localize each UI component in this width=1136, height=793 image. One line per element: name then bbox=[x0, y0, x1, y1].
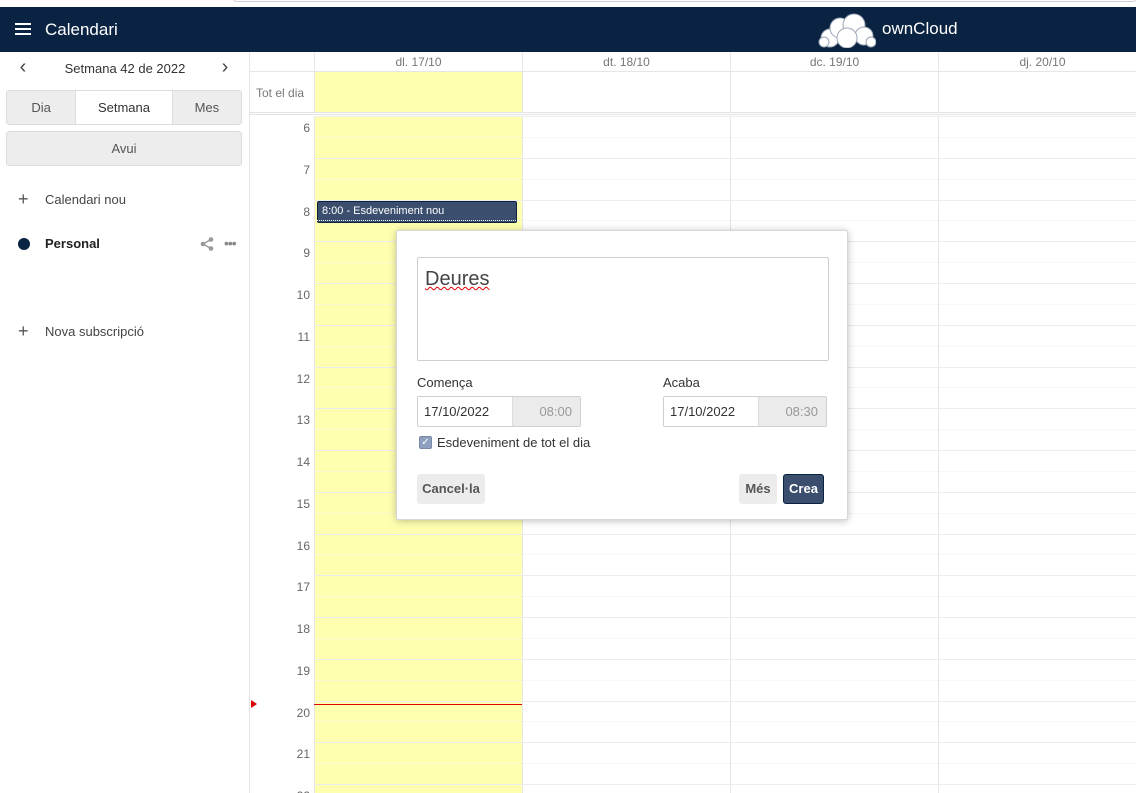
hour-label: 20 bbox=[296, 705, 310, 720]
view-switcher: Dia Setmana Mes bbox=[6, 90, 242, 125]
hamburger-menu-icon[interactable] bbox=[15, 23, 31, 37]
sidebar: ‹ Setmana 42 de 2022 › Dia Setmana Mes A… bbox=[0, 52, 250, 793]
share-icon[interactable] bbox=[199, 236, 215, 252]
half-hour-line bbox=[314, 763, 1136, 765]
browser-chrome-strip bbox=[0, 0, 1136, 7]
day-headers: dl. 17/10 dt. 18/10 dc. 19/10 dj. 20/10 bbox=[250, 52, 1136, 72]
half-hour-line bbox=[314, 220, 1136, 222]
event-title-input[interactable]: Deures bbox=[417, 257, 829, 361]
calendar-name: Personal bbox=[45, 236, 100, 251]
half-hour-line bbox=[314, 679, 1136, 681]
hour-line bbox=[314, 617, 1136, 618]
new-calendar-item[interactable]: + Calendari nou bbox=[0, 185, 250, 215]
brand-name: ownCloud bbox=[882, 19, 958, 38]
view-day-button[interactable]: Dia bbox=[7, 91, 77, 124]
end-time-input[interactable]: 08:30 bbox=[758, 397, 826, 426]
day-header[interactable]: dj. 20/10 bbox=[938, 52, 1136, 72]
half-hour-line bbox=[314, 596, 1136, 598]
chevron-right-icon[interactable]: › bbox=[215, 57, 235, 78]
event-title-value: Deures bbox=[425, 268, 490, 290]
owncloud-logo-icon bbox=[818, 13, 876, 48]
hour-line bbox=[314, 742, 1136, 744]
hour-label: 17 bbox=[296, 580, 310, 595]
half-hour-line bbox=[314, 136, 1136, 138]
start-label: Comença bbox=[417, 375, 473, 390]
new-subscription-label: Nova subscripció bbox=[45, 324, 144, 339]
day-column[interactable] bbox=[938, 116, 1136, 793]
new-calendar-label: Calendari nou bbox=[45, 192, 126, 207]
hour-label: 15 bbox=[296, 496, 310, 511]
new-event-popover: Deures Comença 17/10/2022 08:00 Acaba 17… bbox=[396, 230, 848, 520]
allday-cell[interactable] bbox=[938, 72, 1136, 112]
hour-label: 22 bbox=[250, 789, 310, 793]
hour-label: 12 bbox=[296, 371, 310, 386]
calendar-color-dot[interactable] bbox=[18, 238, 30, 250]
week-navigation: ‹ Setmana 42 de 2022 › bbox=[0, 52, 250, 86]
plus-icon: + bbox=[18, 189, 29, 209]
hour-line bbox=[314, 116, 1136, 117]
allday-checkbox-label[interactable]: Esdeveniment de tot el dia bbox=[437, 435, 590, 450]
day-header[interactable]: dt. 18/10 bbox=[522, 52, 730, 72]
view-month-button[interactable]: Mes bbox=[172, 91, 241, 124]
half-hour-line bbox=[314, 554, 1136, 556]
hour-label: 14 bbox=[296, 455, 310, 469]
hour-line bbox=[314, 784, 1136, 785]
hour-line bbox=[314, 157, 1136, 159]
hour-line bbox=[314, 658, 1136, 660]
hour-line bbox=[314, 575, 1136, 577]
hour-label: 13 bbox=[296, 413, 310, 428]
end-label: Acaba bbox=[663, 375, 700, 390]
hour-label: 7 bbox=[303, 162, 310, 177]
cancel-button[interactable]: Cancel·la bbox=[417, 474, 485, 504]
hour-label: 6 bbox=[303, 121, 310, 135]
browser-address-bar[interactable] bbox=[233, 0, 1136, 2]
new-subscription-item[interactable]: + Nova subscripció bbox=[0, 317, 250, 347]
half-hour-line bbox=[314, 721, 1136, 723]
allday-cell[interactable] bbox=[314, 72, 522, 112]
hour-line bbox=[314, 199, 1136, 201]
hour-label: 21 bbox=[296, 747, 310, 762]
week-label[interactable]: Setmana 42 de 2022 bbox=[0, 61, 250, 76]
allday-cell[interactable] bbox=[730, 72, 938, 112]
create-button[interactable]: Crea bbox=[783, 474, 824, 504]
day-header[interactable]: dc. 19/10 bbox=[730, 52, 938, 72]
hour-label: 8 bbox=[303, 204, 310, 219]
day-header[interactable]: dl. 17/10 bbox=[314, 52, 522, 72]
view-week-button[interactable]: Setmana bbox=[76, 91, 173, 124]
start-datetime: 17/10/2022 08:00 bbox=[417, 396, 581, 427]
end-date-input[interactable]: 17/10/2022 bbox=[664, 397, 758, 426]
allday-row: Tot el dia bbox=[250, 72, 1136, 115]
allday-cell[interactable] bbox=[522, 72, 730, 112]
half-hour-line bbox=[314, 637, 1136, 639]
app-title: Calendari bbox=[45, 20, 118, 39]
current-time-line bbox=[314, 704, 522, 705]
app-header: Calendari ownCloud bbox=[0, 7, 1136, 52]
start-date-input[interactable]: 17/10/2022 bbox=[418, 397, 512, 426]
hour-label: 18 bbox=[296, 622, 310, 636]
hour-label: 16 bbox=[296, 538, 310, 553]
today-button[interactable]: Avui bbox=[6, 131, 242, 166]
start-time-input[interactable]: 08:00 bbox=[512, 397, 580, 426]
half-hour-line bbox=[314, 178, 1136, 180]
allday-row-label: Tot el dia bbox=[256, 86, 305, 100]
hour-label: 19 bbox=[296, 663, 310, 678]
end-datetime: 17/10/2022 08:30 bbox=[663, 396, 827, 427]
hour-label: 11 bbox=[297, 329, 310, 344]
hour-line bbox=[314, 533, 1136, 535]
calendar-item-personal[interactable]: Personal ••• bbox=[0, 229, 250, 259]
hour-label: 10 bbox=[296, 288, 310, 302]
hour-line bbox=[314, 700, 1136, 702]
more-button[interactable]: Més bbox=[739, 474, 777, 504]
more-options-icon[interactable]: ••• bbox=[224, 235, 237, 251]
allday-checkbox[interactable]: ✓ bbox=[419, 436, 432, 449]
plus-icon: + bbox=[18, 321, 29, 341]
hour-label: 9 bbox=[303, 246, 310, 261]
